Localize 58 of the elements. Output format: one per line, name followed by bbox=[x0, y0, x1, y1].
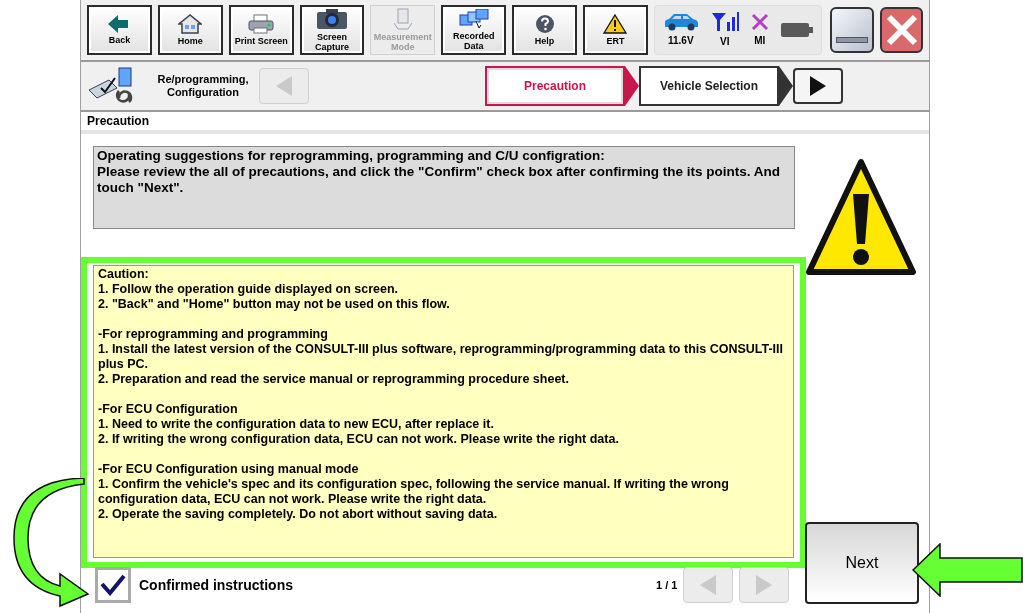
step-tab[interactable]: Precaution bbox=[485, 66, 625, 106]
meter-icon bbox=[391, 8, 414, 30]
step-arrow-icon bbox=[779, 66, 793, 106]
intro-text: Operating suggestions for reprogramming, programming and C/U configration: bbox=[97, 148, 606, 164]
caution-text: Caution: bbox=[98, 267, 150, 282]
toolbar-button[interactable]: Print Screen bbox=[228, 5, 294, 55]
status-label: 11.6V bbox=[668, 33, 694, 48]
toolbar-button[interactable]: Home bbox=[157, 5, 223, 55]
page-indicator: 1 / 1 bbox=[656, 577, 678, 593]
house-icon bbox=[178, 14, 203, 34]
folders-icon bbox=[458, 9, 489, 29]
confirm-label: Confirmed instructions bbox=[139, 575, 293, 595]
caution-text: 1. Need to write the configuration data to new ECU, after replace it. bbox=[98, 417, 495, 432]
toolbar-button[interactable]: ERT bbox=[582, 5, 648, 55]
warning-icon bbox=[603, 14, 628, 34]
left-triangle-icon bbox=[275, 75, 293, 97]
signal-icon bbox=[710, 11, 739, 32]
toolbar-button[interactable]: Screen Capture bbox=[299, 5, 365, 55]
caution-text: -For ECU Configuration using manual mode bbox=[98, 462, 360, 477]
step-arrow-icon bbox=[625, 66, 639, 106]
caution-text: 2. Operate the saving completely. Do not abort without saving data. bbox=[98, 507, 499, 522]
minimize-button[interactable] bbox=[829, 7, 875, 53]
caution-text: -For reprogramming and programming bbox=[98, 327, 329, 342]
left-arrow-icon bbox=[108, 15, 131, 33]
help-icon bbox=[534, 14, 555, 34]
mode-title: Re/programming, Configuration bbox=[156, 73, 250, 99]
warning-sign-icon bbox=[805, 158, 917, 278]
caution-text: 1. Follow the operation guide displayed on screen. bbox=[98, 282, 400, 297]
intro-text: Please review the all of precautions, and click the "Confirm" check box after confirming the its points. And touch "Next". bbox=[97, 164, 781, 196]
checkmark-icon bbox=[100, 574, 126, 596]
close-icon bbox=[885, 14, 918, 46]
toolbar-button[interactable]: Recorded Data bbox=[441, 5, 507, 55]
caution-text: 2. "Back" and "Home" button may not be used on this flow. bbox=[98, 297, 451, 312]
caution-text: 2. Preparation and read the service manual or reprogramming procedure sheet. bbox=[98, 372, 570, 387]
battery-icon bbox=[780, 22, 813, 38]
car-icon bbox=[662, 12, 699, 31]
right-triangle-icon bbox=[809, 75, 827, 97]
toolbar-button[interactable]: Back bbox=[87, 5, 152, 55]
next-button[interactable]: Next bbox=[805, 522, 919, 604]
right-triangle-icon bbox=[755, 574, 774, 596]
toolbar-button[interactable]: Help bbox=[512, 5, 577, 55]
step-tab[interactable]: Vehicle Selection bbox=[639, 66, 779, 106]
minimize-icon bbox=[836, 37, 869, 43]
left-triangle-icon bbox=[699, 574, 718, 596]
caution-text: 1. Confirm the vehicle's spec and its configuration spec, following the service manual. If writing the wrong configuration data, ECU can not work. Please write the right data. bbox=[98, 477, 730, 507]
cross-icon bbox=[750, 12, 769, 31]
printer-icon bbox=[247, 14, 276, 34]
caution-text: 2. If writing the wrong configuration data, ECU can not work. Please write the right data. bbox=[98, 432, 620, 447]
caution-text: -For ECU Configuration bbox=[98, 402, 239, 417]
caution-text: 1. Install the latest version of the CONSULT-III plus software, reprogramming/programming data to this CONSULT-III plus PC. bbox=[98, 342, 785, 372]
section-title: Precaution bbox=[81, 112, 929, 134]
confirm-checkbox[interactable] bbox=[95, 567, 131, 603]
forward-step-button[interactable] bbox=[793, 68, 843, 104]
status-label: MI bbox=[754, 33, 766, 48]
camera-icon bbox=[316, 8, 348, 30]
status-label: VI bbox=[720, 34, 730, 49]
left-arrow-icon bbox=[912, 543, 1023, 597]
close-button[interactable] bbox=[880, 7, 924, 53]
